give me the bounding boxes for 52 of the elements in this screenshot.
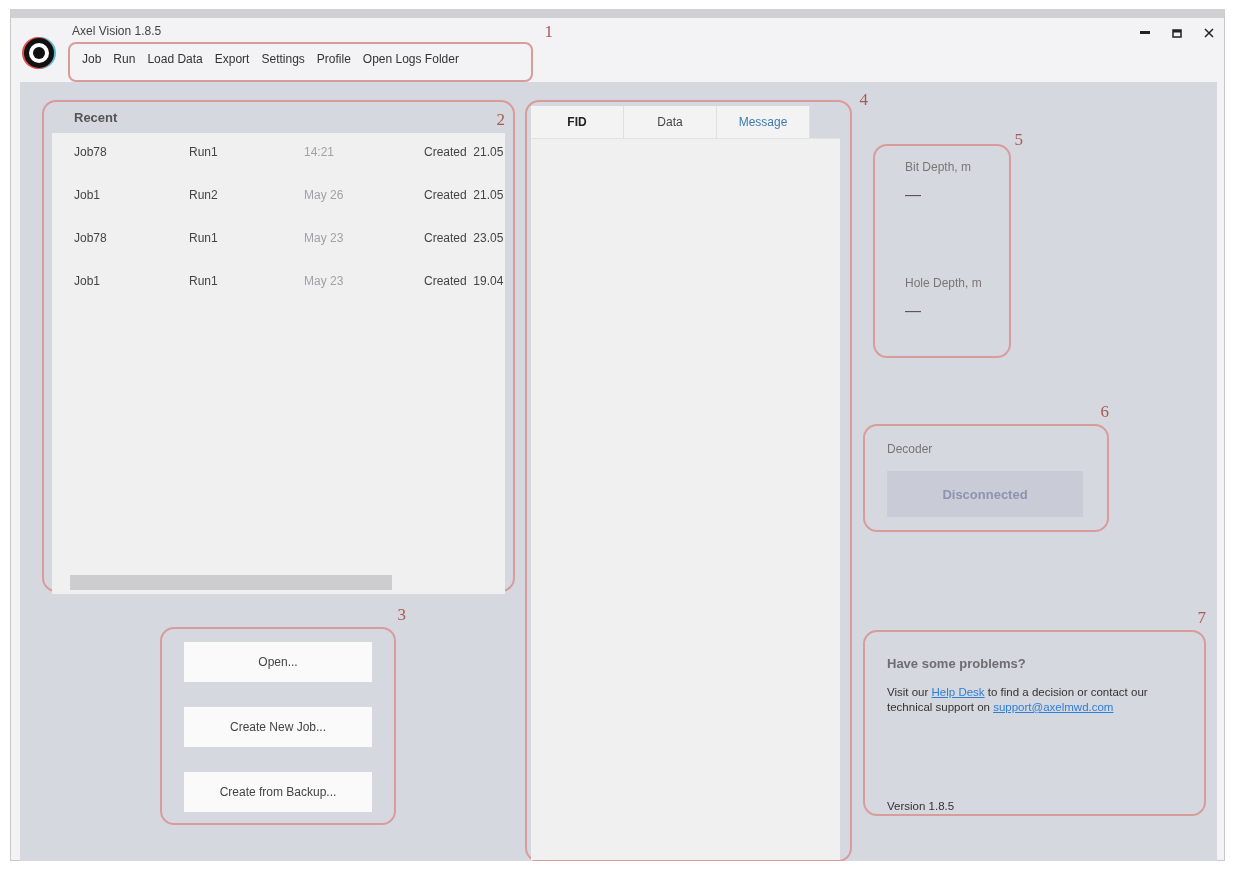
log-tab[interactable]: FID xyxy=(531,106,624,138)
close-icon[interactable] xyxy=(1204,28,1214,38)
log-tab[interactable]: Message xyxy=(717,106,810,138)
depth-label: Bit Depth, m xyxy=(905,160,973,174)
connection-status: Disconnected xyxy=(887,471,1083,517)
log-tab[interactable]: Data xyxy=(624,106,717,138)
created-date: Created 19.04 xyxy=(424,274,505,290)
run-name[interactable]: Run1 xyxy=(189,274,304,317)
date-text: May 23 xyxy=(304,231,345,247)
callout-number: 7 xyxy=(1197,608,1206,628)
job-name[interactable]: Job78 xyxy=(74,145,189,188)
help-title: Have some problems? xyxy=(887,656,1027,671)
maximize-icon[interactable] xyxy=(1172,28,1182,38)
created-date: Created 21.05 xyxy=(424,188,505,204)
job-name[interactable]: Job1 xyxy=(74,274,189,317)
action-button[interactable]: Open... xyxy=(184,642,372,682)
job-name[interactable]: Job78 xyxy=(74,231,189,274)
menu-item[interactable]: Profile xyxy=(310,52,357,80)
run-name[interactable]: Run1 xyxy=(189,231,304,274)
decoder-label: Decoder xyxy=(887,442,934,456)
action-button[interactable]: Create from Backup... xyxy=(184,772,372,812)
callout-number: 4 xyxy=(859,90,868,110)
version-text: Version 1.8.5 xyxy=(887,800,956,812)
minimize-icon[interactable] xyxy=(1140,31,1150,35)
action-button[interactable]: Create New Job... xyxy=(184,707,372,747)
eye-logo-icon xyxy=(22,36,58,70)
depth-value: — xyxy=(905,186,922,205)
date-text: May 23 xyxy=(304,274,345,290)
menu-item[interactable]: Export xyxy=(208,52,256,80)
menu-item[interactable]: Run xyxy=(107,52,142,80)
callout-number: 6 xyxy=(1100,402,1109,422)
date-text: May 26 xyxy=(304,188,345,204)
callout-number: 5 xyxy=(1014,130,1023,150)
menu-item[interactable]: Settings xyxy=(255,52,311,80)
menu-item[interactable]: Open Logs Folder xyxy=(356,52,465,80)
callout-number: 1 xyxy=(544,22,553,42)
date-text: 14:21 xyxy=(304,145,336,161)
run-name[interactable]: Run2 xyxy=(189,188,304,231)
menu-item[interactable]: Job xyxy=(76,52,108,80)
depth-label: Hole Depth, m xyxy=(905,276,983,290)
created-date: Created 23.05 xyxy=(424,231,505,247)
created-date: Created 21.05 xyxy=(424,145,505,161)
window-title: Axel Vision 1.8.5 xyxy=(72,24,163,40)
recent-heading: Recent xyxy=(74,110,118,125)
callout-number: 3 xyxy=(397,605,406,625)
run-name[interactable]: Run1 xyxy=(189,145,304,188)
horizontal-scrollbar[interactable] xyxy=(70,575,392,590)
callout-number: 2 xyxy=(496,110,505,130)
job-name[interactable]: Job1 xyxy=(74,188,189,231)
menu-item[interactable]: Load Data xyxy=(141,52,209,80)
help-text: Visit our Help Desk to find a decision or contact our technical support on support@axelmwd.com xyxy=(887,685,1149,715)
depth-value: — xyxy=(905,302,922,320)
